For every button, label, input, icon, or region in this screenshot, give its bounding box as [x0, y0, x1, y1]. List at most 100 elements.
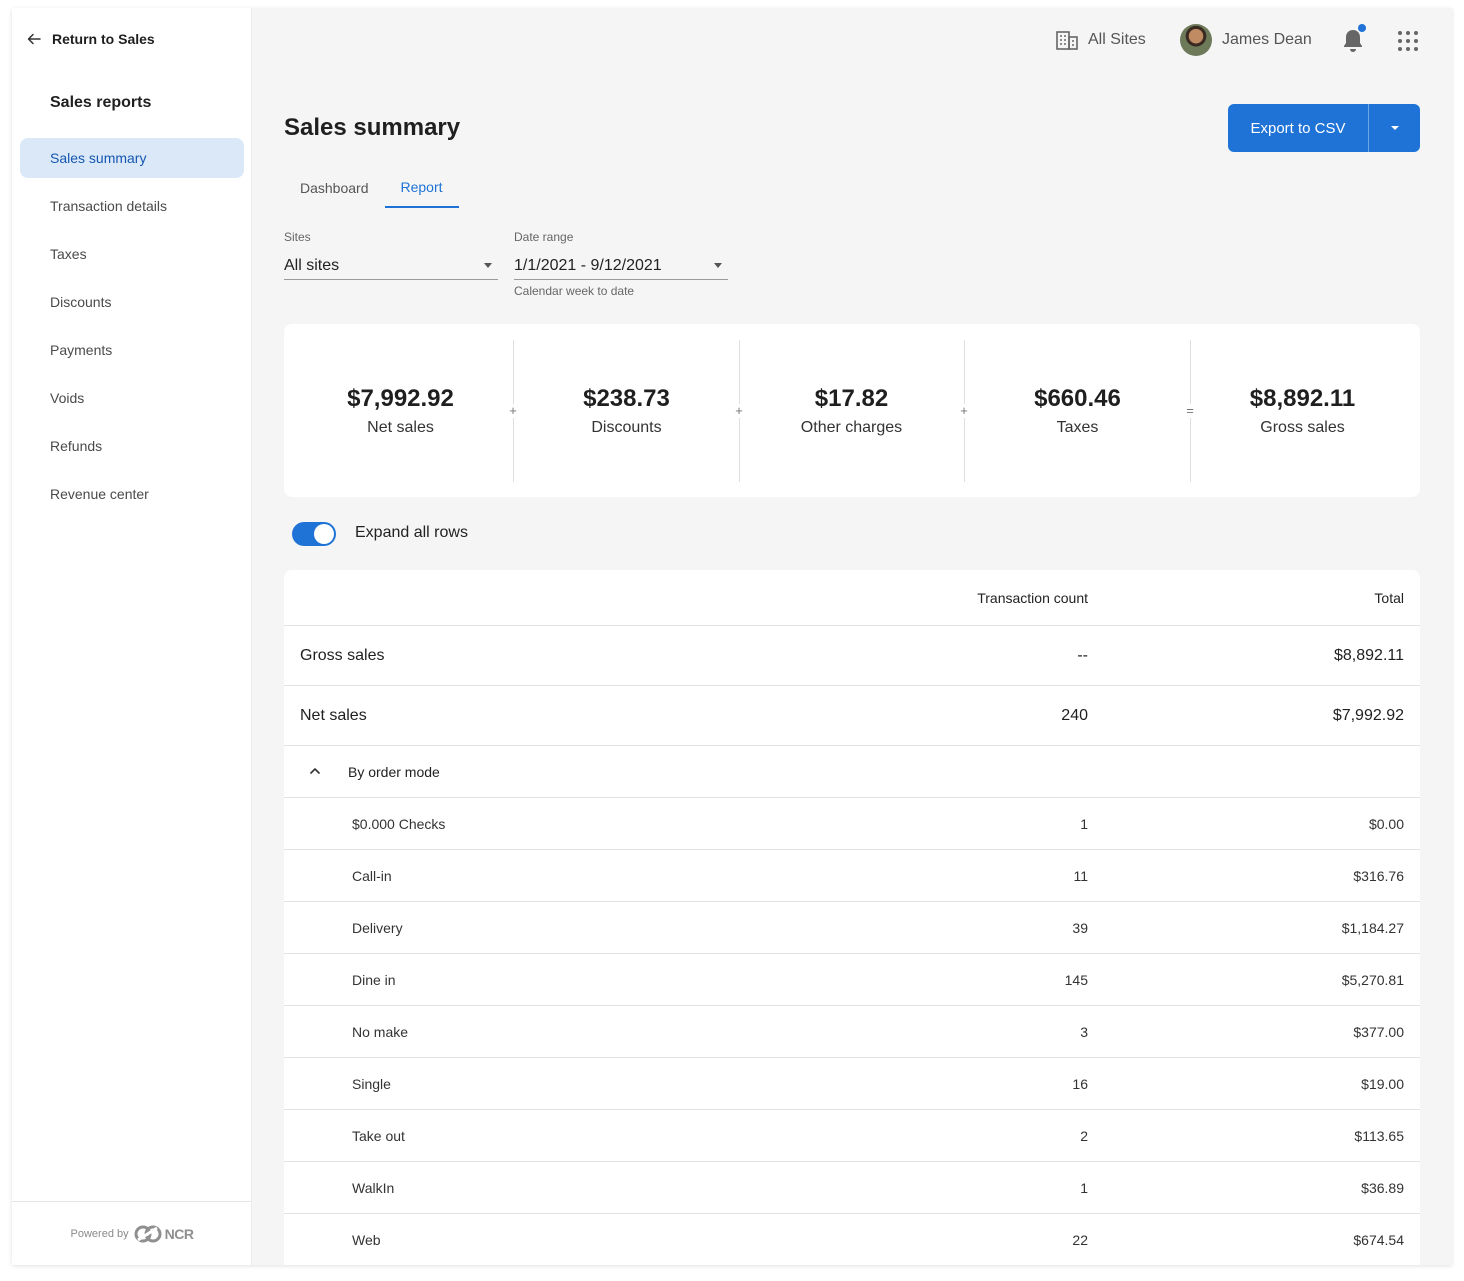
table-row: Web 22 $674.54 [284, 1214, 1420, 1265]
table-row-net-sales: Net sales 240 $7,992.92 [284, 686, 1420, 746]
table-row: Take out 2 $113.65 [284, 1110, 1420, 1162]
sites-select[interactable]: All sites [284, 252, 498, 280]
summary-label: Net sales [367, 418, 434, 436]
row-total: $19.00 [1361, 1075, 1404, 1092]
user-name: James Dean [1222, 31, 1312, 48]
column-header-total: Total [1374, 589, 1404, 606]
row-total: $5,270.81 [1341, 971, 1404, 988]
row-count: 11 [1073, 867, 1088, 884]
table-row: Delivery 39 $1,184.27 [284, 902, 1420, 954]
row-count: 22 [1072, 1232, 1088, 1248]
summary-other-charges: $17.82 Other charges [739, 324, 964, 497]
ncr-logo: NCR [133, 1225, 194, 1243]
toggle-knob [314, 524, 334, 544]
sidebar-title: Sales reports [50, 94, 152, 111]
row-name: $0.000 Checks [352, 815, 446, 832]
table-row-gross-sales: Gross sales -- $8,892.11 [284, 626, 1420, 686]
tab-dashboard[interactable]: Dashboard [284, 168, 385, 208]
powered-by-label: Powered by [70, 1227, 129, 1240]
dropdown-caret-icon [714, 263, 722, 268]
row-name: Single [352, 1075, 391, 1092]
return-to-sales-label: Return to Sales [52, 31, 155, 47]
table-row: $0.000 Checks 1 $0.00 [284, 798, 1420, 850]
summary-label: Discounts [591, 418, 662, 436]
tab-report[interactable]: Report [384, 168, 459, 208]
row-name: Web [352, 1232, 381, 1248]
sidebar-item-taxes[interactable]: Taxes [20, 234, 244, 274]
apps-menu-button[interactable] [1397, 30, 1419, 52]
table-row: Single 16 $19.00 [284, 1058, 1420, 1110]
summary-label: Taxes [1056, 418, 1099, 436]
summary-discounts: $238.73 Discounts [514, 324, 739, 497]
row-count: 39 [1072, 919, 1088, 936]
row-total: $674.54 [1353, 1232, 1404, 1248]
row-total: $1,184.27 [1341, 919, 1404, 936]
sidebar-nav: Sales summary Transaction details Taxes … [20, 138, 244, 522]
return-to-sales-link[interactable]: Return to Sales [26, 28, 155, 50]
app-frame: Return to Sales Sales reports Sales summ… [12, 8, 1452, 1265]
row-name: Dine in [352, 971, 396, 988]
date-range-label: Date range [514, 230, 574, 244]
sidebar-item-refunds[interactable]: Refunds [20, 426, 244, 466]
row-total: $0.00 [1368, 815, 1404, 832]
expand-all-label: Expand all rows [355, 524, 468, 541]
row-name: No make [352, 1023, 409, 1040]
notifications-button[interactable] [1340, 24, 1366, 54]
sidebar-item-sales-summary[interactable]: Sales summary [20, 138, 244, 178]
grid-apps-icon [1398, 31, 1418, 51]
table-row: Dine in 145 $5,270.81 [284, 954, 1420, 1006]
chevron-up-icon[interactable] [310, 766, 320, 776]
table-row: Call-in 11 $316.76 [284, 850, 1420, 902]
row-count: -- [1077, 646, 1088, 664]
table-row: WalkIn 1 $36.89 [284, 1162, 1420, 1214]
row-total: $8,892.11 [1334, 646, 1404, 664]
building-icon [1056, 31, 1078, 50]
summary-label: Other charges [800, 418, 903, 436]
row-total: $36.89 [1361, 1179, 1404, 1196]
date-range-select[interactable]: 1/1/2021 - 9/12/2021 [514, 252, 728, 280]
row-name: Net sales [300, 706, 367, 724]
sites-select-value: All sites [284, 256, 340, 274]
sidebar-item-voids[interactable]: Voids [20, 378, 244, 418]
row-count: 3 [1080, 1023, 1088, 1040]
row-total: $113.65 [1354, 1127, 1404, 1144]
notification-dot [1358, 24, 1366, 32]
row-total: $7,992.92 [1332, 706, 1404, 724]
export-options-button[interactable] [1368, 104, 1420, 152]
summary-gross-sales: $8,892.11 Gross sales [1190, 324, 1415, 497]
row-name: Call-in [352, 867, 392, 884]
sidebar-item-transaction-details[interactable]: Transaction details [20, 186, 244, 226]
page-title: Sales summary [284, 114, 461, 141]
row-name: Gross sales [300, 646, 385, 664]
table-row: No make 3 $377.00 [284, 1006, 1420, 1058]
summary-value: $17.82 [814, 384, 889, 412]
view-tabs: Dashboard Report [284, 168, 459, 208]
site-selector[interactable]: All Sites [1056, 26, 1146, 54]
dropdown-caret-icon [484, 263, 492, 268]
summary-value: $660.46 [1034, 384, 1121, 412]
sidebar-item-revenue-center[interactable]: Revenue center [20, 474, 244, 514]
row-count: 1 [1080, 1179, 1088, 1196]
export-csv-button[interactable]: Export to CSV [1228, 104, 1368, 152]
summary-value: $8,892.11 [1249, 384, 1356, 412]
row-count: 145 [1064, 971, 1088, 988]
row-name: Delivery [352, 919, 403, 936]
arrow-left-icon [27, 33, 41, 45]
row-count: 1 [1080, 815, 1088, 832]
group-row-by-order-mode[interactable]: By order mode [284, 746, 1420, 798]
sites-filter: Sites All sites [284, 230, 498, 280]
sidebar-item-discounts[interactable]: Discounts [20, 282, 244, 322]
summary-label: Gross sales [1260, 418, 1345, 436]
user-menu[interactable]: James Dean [1180, 24, 1312, 56]
row-name: Take out [352, 1127, 405, 1144]
export-button-group: Export to CSV [1228, 104, 1420, 152]
group-label: By order mode [348, 763, 440, 780]
expand-all-toggle[interactable] [292, 522, 336, 546]
summary-card: $7,992.92 Net sales + $238.73 Discounts … [284, 324, 1420, 497]
table-header: Transaction count Total [284, 570, 1420, 626]
date-range-hint: Calendar week to date [514, 284, 635, 298]
sidebar-item-payments[interactable]: Payments [20, 330, 244, 370]
row-total: $316.76 [1353, 867, 1404, 884]
date-range-value: 1/1/2021 - 9/12/2021 [514, 256, 662, 274]
column-header-transaction-count: Transaction count [977, 589, 1088, 606]
